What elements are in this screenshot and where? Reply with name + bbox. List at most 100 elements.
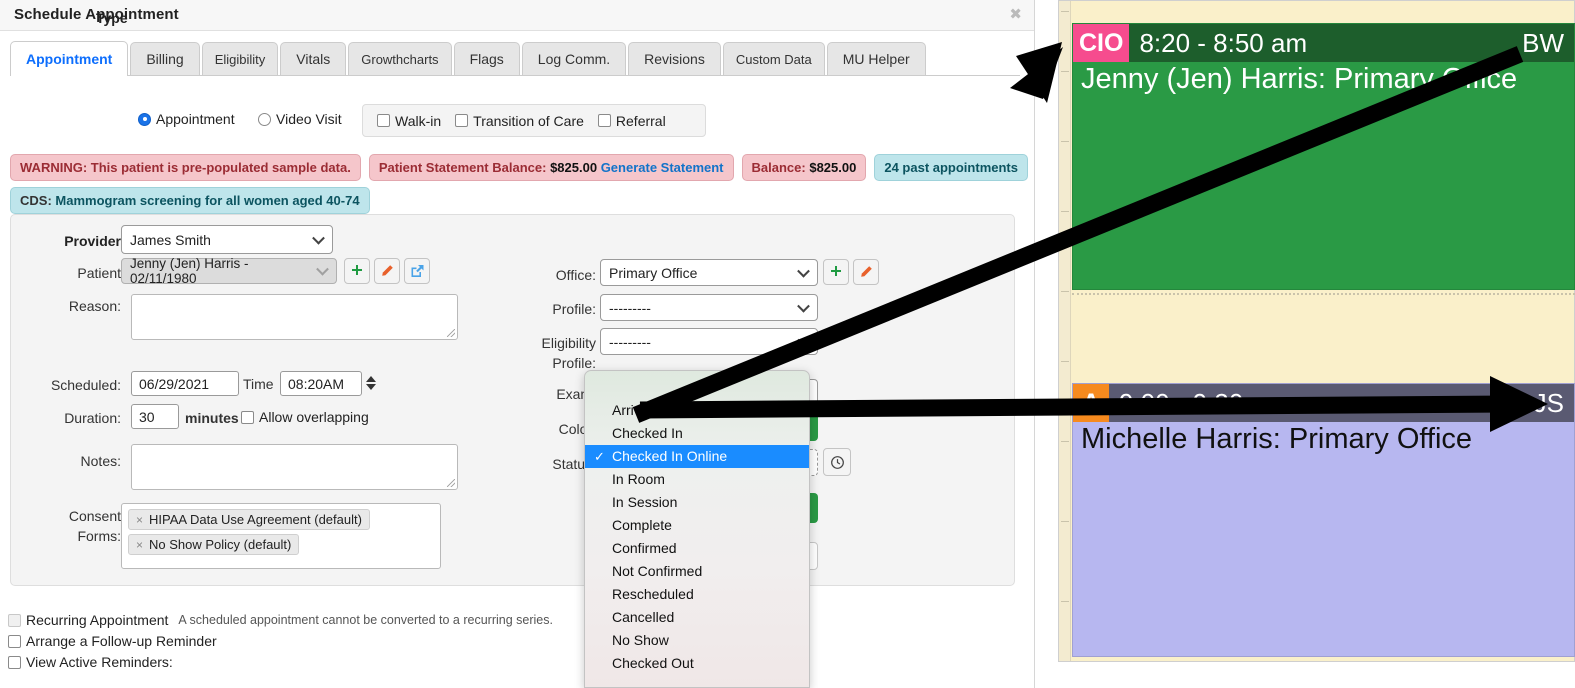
tab-bar: Appointment Billing Eligibility Vitals Growt… [10, 40, 1020, 76]
notes-textarea[interactable] [131, 444, 458, 490]
statement-amount: $825.00 [550, 160, 598, 175]
reason-textarea[interactable] [131, 294, 458, 340]
status-option-not-confirmed[interactable]: Not Confirmed [585, 560, 809, 583]
consent-chip-label: HIPAA Data Use Agreement (default) [149, 512, 362, 527]
radio-appointment[interactable]: Appointment [138, 111, 235, 127]
status-option-confirmed[interactable]: Confirmed [585, 537, 809, 560]
tab-growthcharts[interactable]: Growthcharts [348, 42, 452, 75]
checkbox-walk-in-box [377, 114, 390, 127]
stepper-up-icon [366, 376, 376, 382]
generate-statement-link[interactable]: Generate Statement [601, 160, 724, 175]
checkbox-recurring-appointment[interactable]: Recurring Appointment A scheduled appoin… [8, 612, 553, 628]
checkbox-arrange-followup-reminder[interactable]: Arrange a Follow-up Reminder [8, 633, 553, 649]
tab-eligibility[interactable]: Eligibility [201, 42, 279, 75]
checkbox-transition-of-care-label: Transition of Care [473, 112, 584, 129]
consent-chip[interactable]: × No Show Policy (default) [128, 534, 300, 555]
checkbox-allow-overlapping-label: Allow overlapping [259, 409, 369, 425]
add-office-button[interactable] [823, 259, 849, 285]
consent-forms-box[interactable]: × HIPAA Data Use Agreement (default) × N… [121, 503, 441, 569]
recurring-appointment-hint: A scheduled appointment cannot be conver… [178, 613, 553, 627]
tab-flags[interactable]: Flags [453, 42, 520, 75]
tab-revisions[interactable]: Revisions [628, 42, 721, 75]
tab-vitals[interactable]: Vitals [280, 42, 347, 75]
time-input[interactable]: 08:20AM [280, 371, 362, 396]
provider-select[interactable]: James Smith [121, 225, 333, 254]
cds-badge[interactable]: CDS: Mammogram screening for all women a… [10, 187, 370, 214]
cds-text: Mammogram screening for all women aged 4… [55, 193, 360, 208]
profile-select[interactable]: --------- [600, 294, 818, 321]
radio-video-visit-dot [258, 112, 271, 126]
balance-label: Balance: [751, 160, 806, 175]
checkbox-view-active-reminders[interactable]: View Active Reminders: [8, 654, 553, 670]
appointment-card[interactable]: A 9:00 - 9:30 am JS Michelle Harris: Pri… [1072, 383, 1575, 657]
radio-appointment-dot [138, 112, 151, 126]
tab-mu-helper[interactable]: MU Helper [826, 42, 926, 75]
radio-appointment-label: Appointment [156, 111, 235, 127]
chip-remove-icon[interactable]: × [136, 513, 143, 527]
duration-input[interactable]: 30 [131, 404, 179, 429]
eligibility-profile-select[interactable]: --------- [600, 328, 818, 355]
checkbox-walk-in-label: Walk-in [395, 112, 442, 129]
checkbox-referral-label: Referral [615, 112, 666, 129]
minutes-label: minutes [185, 410, 239, 426]
open-patient-chart-button[interactable] [404, 258, 430, 284]
checkbox-transition-of-care-box [455, 114, 469, 127]
type-label: Type [96, 10, 128, 26]
status-option-rescheduled[interactable]: Rescheduled [585, 583, 809, 606]
checkbox-transition-of-care[interactable]: Transition of Care [455, 113, 584, 129]
checkbox-recurring-appointment-box [8, 613, 21, 627]
status-option-in-session[interactable]: In Session [585, 491, 809, 514]
radio-video-visit[interactable]: Video Visit [258, 111, 342, 127]
status-option-arrived[interactable]: Arrived [585, 399, 809, 422]
appointment-title: Jenny (Jen) Harris: Primary Office [1081, 63, 1518, 95]
status-dropdown-menu[interactable]: ArrivedChecked InChecked In OnlineIn Roo… [584, 370, 810, 688]
status-option-no-show[interactable]: No Show [585, 629, 809, 652]
checkbox-walk-in[interactable]: Walk-in [377, 113, 441, 129]
tab-custom-data[interactable]: Custom Data [722, 42, 825, 75]
tab-billing[interactable]: Billing [130, 42, 200, 75]
consent-chip[interactable]: × HIPAA Data Use Agreement (default) [128, 509, 370, 530]
status-history-button[interactable] [823, 448, 851, 476]
checkbox-referral-box [597, 114, 611, 127]
status-option-in-room[interactable]: In Room [585, 468, 809, 491]
duration-label: Duration: [64, 410, 121, 426]
patient-select[interactable]: Jenny (Jen) Harris - 02/11/1980 [121, 256, 337, 286]
office-select[interactable]: Primary Office [600, 259, 818, 286]
office-label: Office: [555, 267, 596, 283]
consent-label-line2: Forms: [77, 528, 121, 544]
balance-amount: $825.00 [809, 160, 857, 175]
edit-patient-button[interactable] [374, 258, 400, 284]
status-option-checked-in[interactable]: Checked In [585, 422, 809, 445]
status-option-checked-in-online[interactable]: Checked In Online [585, 445, 809, 468]
warning-badge: WARNING: This patient is pre-populated s… [10, 154, 361, 181]
checkbox-referral[interactable]: Referral [597, 112, 666, 129]
appointment-title: Michelle Harris: Primary Office [1081, 423, 1473, 455]
status-option-cancelled[interactable]: Cancelled [585, 606, 809, 629]
checkbox-allow-overlapping[interactable]: Allow overlapping [241, 409, 369, 425]
checkbox-view-active-reminders-box [8, 655, 21, 669]
alert-row-1: WARNING: This patient is pre-populated s… [10, 154, 1028, 181]
time-stepper[interactable] [364, 371, 378, 395]
tab-log-comm[interactable]: Log Comm. [521, 42, 627, 75]
clock-icon [830, 455, 844, 469]
scheduled-date-input[interactable]: 06/29/2021 [131, 371, 239, 396]
tab-appointment[interactable]: Appointment [10, 41, 129, 76]
eligibility-label-line1: Eligibility [541, 335, 596, 351]
patient-statement-balance-badge[interactable]: Patient Statement Balance: $825.00 Gener… [368, 154, 734, 181]
provider-initials: JS [1533, 387, 1564, 418]
appointment-card[interactable]: CIO 8:20 - 8:50 am BW Jenny (Jen) Harris… [1072, 23, 1575, 290]
patient-label: Patient [77, 265, 121, 281]
checkbox-recurring-appointment-label: Recurring Appointment [26, 612, 169, 628]
status-option-checked-out[interactable]: Checked Out [585, 652, 809, 675]
pencil-icon [382, 265, 393, 276]
radio-video-visit-label: Video Visit [276, 111, 342, 127]
dialog-header: Schedule Appointment ✖ [0, 0, 1034, 31]
checkbox-view-active-reminders-label: View Active Reminders: [26, 654, 173, 670]
past-appointments-badge[interactable]: 24 past appointments [874, 154, 1028, 181]
close-icon[interactable]: ✖ [1009, 7, 1022, 22]
status-option-complete[interactable]: Complete [585, 514, 809, 537]
add-patient-button[interactable] [344, 258, 370, 284]
chip-remove-icon[interactable]: × [136, 538, 143, 552]
calendar-slot-divider [1072, 293, 1575, 295]
edit-office-button[interactable] [853, 259, 879, 285]
